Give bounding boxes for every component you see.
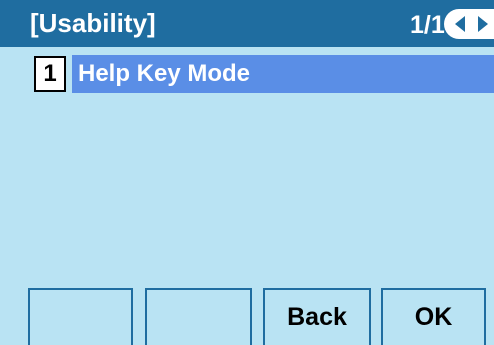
- triangle-right-icon[interactable]: [478, 16, 488, 32]
- phone-display: [Usability] 1/1 1 Help Key Mode Back OK: [0, 0, 494, 345]
- menu-item-number: 1: [34, 56, 66, 92]
- triangle-left-icon[interactable]: [455, 16, 465, 32]
- back-softkey[interactable]: Back: [263, 288, 371, 345]
- menu-item-help-key-mode[interactable]: 1 Help Key Mode: [30, 55, 494, 93]
- softkey-1[interactable]: [28, 288, 133, 345]
- ok-softkey[interactable]: OK: [381, 288, 486, 345]
- screen-title: [Usability]: [30, 8, 156, 38]
- menu-item-label: Help Key Mode: [78, 60, 251, 87]
- softkey-2[interactable]: [145, 288, 252, 345]
- page-indicator: 1/1: [410, 11, 445, 39]
- title-bar: [Usability] 1/1: [0, 0, 494, 47]
- menu-item-highlight[interactable]: Help Key Mode: [72, 55, 494, 93]
